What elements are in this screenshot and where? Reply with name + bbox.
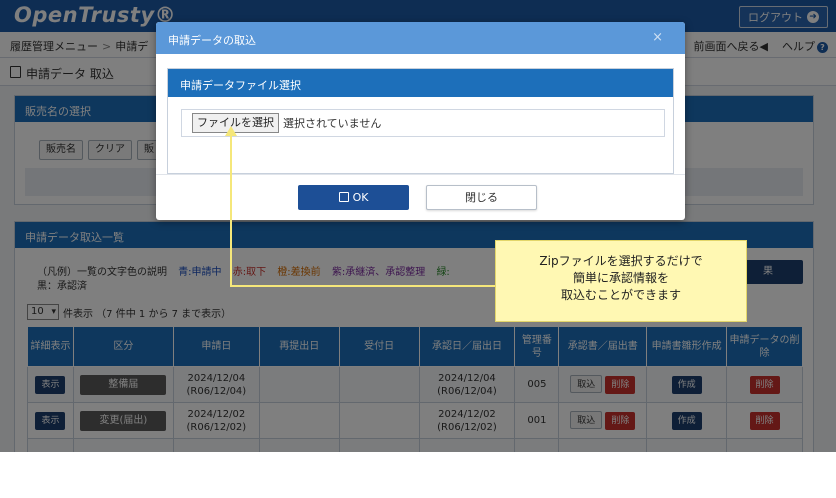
close-icon[interactable]: × [652,30,663,45]
arrow-up-icon [225,126,237,136]
app-window: OpenTrusty® ログアウト ➜ 履歴管理メニュー>申請デ 前画面へ戻る◀… [0,0,836,452]
ok-button[interactable]: OK [298,185,409,210]
ok-label: OK [352,191,369,204]
edit-icon [338,192,349,202]
file-input: ファイルを選択 選択されていません [181,109,665,137]
close-button[interactable]: 閉じる [426,185,537,210]
callout-connector [230,131,232,287]
dialog-header: 申請データの取込 × [156,22,685,54]
dialog-divider [156,174,685,175]
callout-line-1: Zipファイルを選択するだけで [539,254,703,268]
callout-line-3: 取込むことができます [560,288,681,302]
file-select-section: 申請データファイル選択 ファイルを選択 選択されていません [167,68,674,174]
callout-line-2: 簡単に承認情報を [572,271,669,285]
file-select-title: 申請データファイル選択 [168,69,673,97]
callout-connector [230,285,495,287]
file-status-text: 選択されていません [283,117,382,130]
import-dialog: 申請データの取込 × 申請データファイル選択 ファイルを選択 選択されていません… [156,22,685,220]
dialog-title: 申請データの取込 [168,34,256,47]
callout-note: Zipファイルを選択するだけで 簡単に承認情報を 取込むことができます [495,240,747,322]
